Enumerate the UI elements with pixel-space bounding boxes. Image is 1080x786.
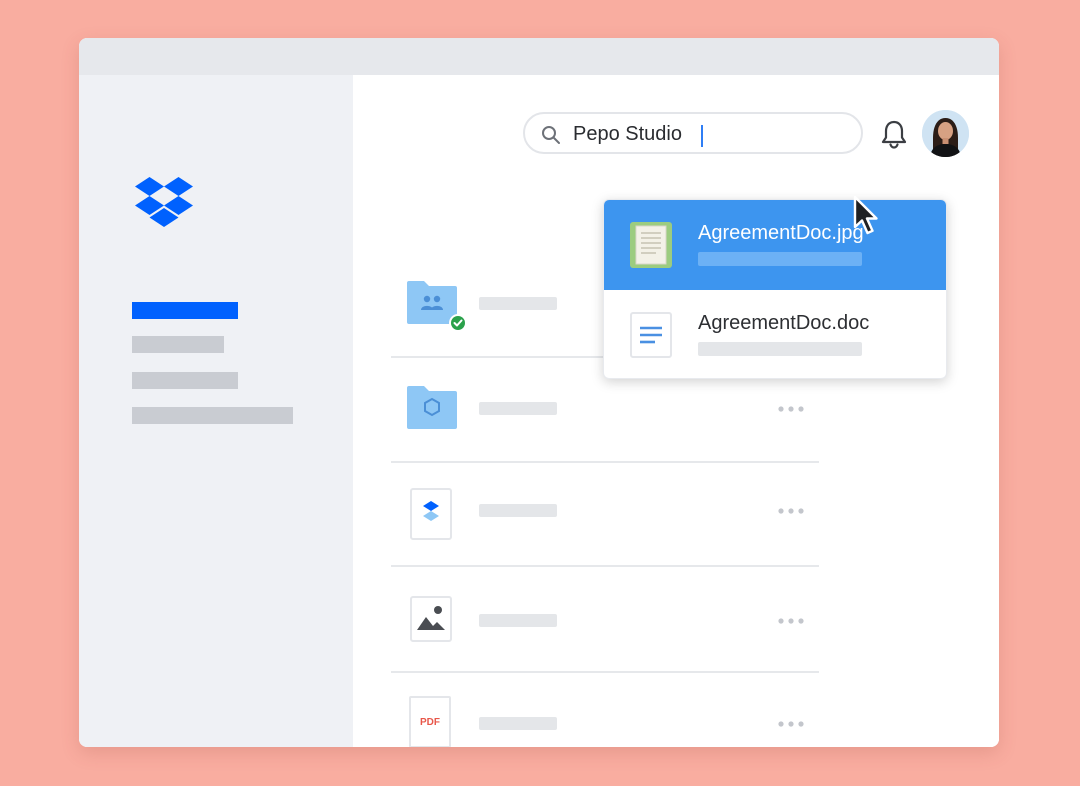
pdf-label: PDF xyxy=(420,717,440,728)
search-result-item-selected[interactable]: AgreementDoc.jpg xyxy=(604,200,946,290)
search-result-path-placeholder xyxy=(698,252,862,266)
team-folder-icon xyxy=(407,386,457,429)
file-name-placeholder xyxy=(479,402,557,415)
bell-icon[interactable] xyxy=(880,119,908,149)
search-bar[interactable] xyxy=(523,112,863,154)
search-input[interactable] xyxy=(573,120,843,148)
sidebar-item[interactable] xyxy=(132,372,238,389)
user-avatar[interactable] xyxy=(922,110,969,157)
search-result-name: AgreementDoc.doc xyxy=(698,312,870,334)
main-panel: PDF AgreementDoc.jpg xyxy=(353,75,999,747)
dropbox-file-icon xyxy=(410,488,452,540)
row-divider xyxy=(391,565,819,567)
file-row[interactable]: PDF xyxy=(391,674,819,747)
window-titlebar xyxy=(79,38,999,75)
image-file-icon xyxy=(410,596,452,642)
file-row[interactable] xyxy=(391,569,819,673)
more-options-icon[interactable] xyxy=(777,720,805,728)
app-window: PDF AgreementDoc.jpg xyxy=(79,38,999,747)
more-options-icon[interactable] xyxy=(777,405,805,413)
file-name-placeholder xyxy=(479,614,557,627)
row-divider xyxy=(391,671,819,673)
sidebar xyxy=(79,75,353,747)
search-result-item[interactable]: AgreementDoc.doc xyxy=(604,290,946,378)
more-options-icon[interactable] xyxy=(777,617,805,625)
pdf-file-icon: PDF xyxy=(409,696,451,747)
file-name-placeholder xyxy=(479,297,557,310)
avatar-portrait-icon xyxy=(922,110,969,157)
text-caret xyxy=(701,125,703,147)
search-result-path-placeholder xyxy=(698,342,862,356)
search-icon xyxy=(542,126,560,144)
search-result-name: AgreementDoc.jpg xyxy=(698,222,864,244)
file-row[interactable] xyxy=(391,463,819,567)
sidebar-item[interactable] xyxy=(132,407,293,424)
shared-folder-icon xyxy=(407,281,467,332)
search-results-dropdown: AgreementDoc.jpg AgreementDoc.doc xyxy=(603,199,947,379)
document-file-icon xyxy=(630,312,672,358)
file-name-placeholder xyxy=(479,504,557,517)
sidebar-item[interactable] xyxy=(132,336,224,353)
sidebar-item-active[interactable] xyxy=(132,302,238,319)
image-file-icon xyxy=(630,222,672,268)
dropbox-logo-icon[interactable] xyxy=(135,177,193,227)
more-options-icon[interactable] xyxy=(777,507,805,515)
mouse-cursor-icon xyxy=(853,195,878,235)
file-name-placeholder xyxy=(479,717,557,730)
